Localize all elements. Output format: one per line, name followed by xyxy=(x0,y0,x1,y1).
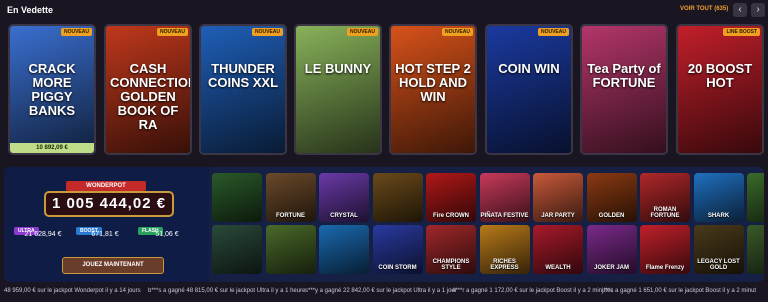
game-tile-title: FORTUNE xyxy=(276,213,305,219)
chevron-right-icon[interactable]: › xyxy=(751,3,765,17)
game-card[interactable]: HOT STEP 2 HOLD AND WIN NOUVEAU xyxy=(389,24,477,155)
game-tile-title: BIG xyxy=(748,213,764,219)
jackpot-flash-value: 51,06 € xyxy=(155,231,179,238)
section-title: En Vedette xyxy=(7,5,54,15)
game-tile-title: SHARK xyxy=(707,213,730,219)
game-tile[interactable] xyxy=(319,225,369,274)
ticker-item: s***y a gagné 22 842,00 € sur le jackpot… xyxy=(305,288,457,294)
game-title: THUNDER COINS XXL xyxy=(207,61,279,90)
game-tile[interactable]: FORTUNE xyxy=(265,173,316,222)
game-tile[interactable]: GOLDEN xyxy=(586,173,637,222)
game-tile[interactable]: RICHES EXPRESS xyxy=(479,225,530,274)
game-title: Tea Party of FORTUNE xyxy=(587,61,661,90)
game-tile[interactable]: LEGACY LOST GOLD xyxy=(693,225,744,274)
see-all-link[interactable]: VOIR TOUT (635) xyxy=(680,6,728,12)
game-tile-title: JAR PARTY xyxy=(541,213,575,219)
new-badge: NOUVEAU xyxy=(346,28,378,36)
game-tile[interactable] xyxy=(265,225,316,274)
game-title: 20 BOOST HOT xyxy=(687,61,753,90)
game-tile[interactable]: PIÑATA FESTIVE xyxy=(479,173,530,222)
new-badge: LINE BOOST xyxy=(723,28,760,36)
game-tile-title: JOKER JAM xyxy=(593,265,629,271)
ticker-item: 48 959,00 € sur le jackpot Wonderpot il … xyxy=(4,288,141,294)
ticker-item: b***s a gagné 48 815,00 € sur le jackpot… xyxy=(148,288,306,294)
game-thumbnail xyxy=(296,26,380,153)
game-tile-title: Fire CROWN xyxy=(433,213,469,219)
game-title: HOT STEP 2 HOLD AND WIN xyxy=(395,61,471,104)
game-tile[interactable]: Fire CROWN xyxy=(426,173,476,222)
game-tile[interactable]: BIG xyxy=(747,173,764,222)
play-now-button[interactable]: JOUEZ MAINTENANT xyxy=(62,257,164,274)
chevron-left-icon[interactable]: ‹ xyxy=(733,3,747,17)
jackpot-panel: WONDERPOT 1 005 444,02 € ULTRA 21 628,94… xyxy=(4,167,764,282)
new-badge: NOUVEAU xyxy=(156,28,188,36)
game-tile[interactable] xyxy=(747,225,764,274)
game-tile[interactable] xyxy=(212,173,262,222)
game-card[interactable]: CASH CONNECTION GOLDEN BOOK OF RA NOUVEAU xyxy=(104,24,192,155)
game-jackpot-value: 10 892,09 € xyxy=(10,143,94,153)
game-card[interactable]: 20 BOOST HOT LINE BOOST xyxy=(676,24,764,155)
ticker-item: j***c a gagné 1 651,00 € sur le jackpot … xyxy=(602,288,757,294)
game-card[interactable]: Tea Party of FORTUNE xyxy=(580,24,668,155)
game-title: CRACK MORE PIGGY BANKS xyxy=(28,61,76,118)
game-tile[interactable]: ROMAN FORTUNE xyxy=(640,173,690,222)
game-card[interactable]: THUNDER COINS XXL NOUVEAU xyxy=(199,24,287,155)
new-badge: NOUVEAU xyxy=(60,28,92,36)
game-title: COIN WIN xyxy=(498,61,560,76)
jackpot-ultra: ULTRA 21 628,94 € xyxy=(14,219,72,238)
winners-ticker: 48 959,00 € sur le jackpot Wonderpot il … xyxy=(0,286,768,298)
game-tile[interactable]: CHAMPIONS STYLE xyxy=(426,225,476,274)
game-tile-title: PIÑATA FESTIVE xyxy=(480,213,529,219)
game-title: LE BUNNY xyxy=(304,61,372,76)
new-badge: NOUVEAU xyxy=(441,28,473,36)
new-badge: NOUVEAU xyxy=(251,28,283,36)
game-tile-title: RICHES EXPRESS xyxy=(490,259,519,271)
ticker-item: 4***r a gagné 1 172,00 € sur le jackpot … xyxy=(452,288,614,294)
jackpot-boost-value: 671,81 € xyxy=(91,231,119,238)
section-header: En Vedette VOIR TOUT (635) ‹ › xyxy=(0,0,768,22)
jackpot-ultra-value: 21 628,94 € xyxy=(24,231,62,238)
wonderpot-box: WONDERPOT 1 005 444,02 € ULTRA 21 628,94… xyxy=(4,167,209,282)
game-tile-title: CRYSTAL xyxy=(330,213,358,219)
game-thumbnail xyxy=(487,26,571,153)
jackpot-boost: BOOST 671,81 € xyxy=(76,219,134,238)
game-tile[interactable]: SHARK xyxy=(693,173,744,222)
wonderpot-tag: WONDERPOT xyxy=(66,181,146,191)
game-tile-title: GOLDEN xyxy=(598,213,625,219)
game-tile-title: CHAMPIONS STYLE xyxy=(432,259,470,271)
game-title: CASH CONNECTION GOLDEN BOOK OF RA xyxy=(110,61,192,132)
wonderpot-amount: 1 005 444,02 € xyxy=(44,191,174,217)
game-tile[interactable] xyxy=(372,173,423,222)
game-tile-title: COIN STORM xyxy=(378,265,417,271)
game-tile[interactable]: WEALTH xyxy=(533,225,583,274)
game-tile[interactable]: CRYSTAL xyxy=(319,173,369,222)
game-tile-title: WEALTH xyxy=(545,265,571,271)
game-tile[interactable]: JAR PARTY xyxy=(533,173,583,222)
game-tile[interactable]: JOKER JAM xyxy=(586,225,637,274)
game-tile[interactable]: COIN STORM xyxy=(372,225,423,274)
game-tile-title: ROMAN FORTUNE xyxy=(650,207,680,219)
game-card[interactable]: COIN WIN NOUVEAU xyxy=(485,24,573,155)
game-card[interactable]: LE BUNNY NOUVEAU xyxy=(294,24,382,155)
game-tile[interactable] xyxy=(212,225,262,274)
jackpot-flash: FLASH 51,06 € xyxy=(138,219,196,238)
game-tile[interactable]: Flame Frenzy xyxy=(640,225,690,274)
game-tile-title: Flame Frenzy xyxy=(645,265,685,271)
game-card[interactable]: CRACK MORE PIGGY BANKS NOUVEAU 10 892,09 € xyxy=(8,24,96,155)
game-tile-title: LEGACY LOST GOLD xyxy=(697,259,740,271)
new-badge: NOUVEAU xyxy=(537,28,569,36)
